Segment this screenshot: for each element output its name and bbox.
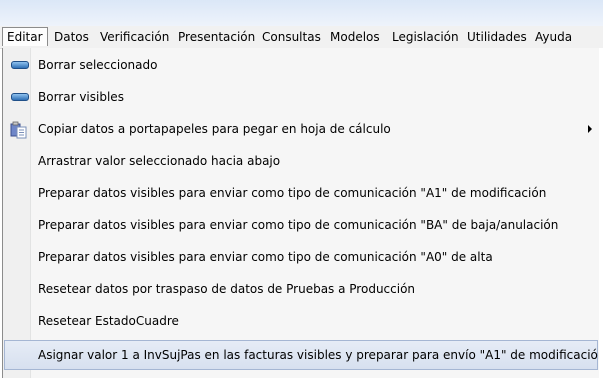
- menu-datos[interactable]: Datos: [54, 29, 89, 45]
- menu-verificacion[interactable]: Verificación: [100, 29, 169, 45]
- menu-presentacion[interactable]: Presentación: [178, 29, 255, 45]
- menu-modelos[interactable]: Modelos: [330, 29, 380, 45]
- menu-item-resetear-estadocuadre[interactable]: Resetear EstadoCuadre: [5, 306, 597, 336]
- window-title-strip: [0, 0, 603, 26]
- menu-item-asignar-invsujpas[interactable]: Asignar valor 1 a InvSujPas en las factu…: [4, 340, 603, 370]
- background-window-edge: [599, 48, 603, 378]
- menu-ayuda[interactable]: Ayuda: [535, 29, 572, 45]
- menu-item-resetear-traspaso[interactable]: Resetear datos por traspaso de datos de …: [5, 274, 597, 304]
- menu-legislacion[interactable]: Legislación: [392, 29, 459, 45]
- remove-icon: [10, 89, 29, 105]
- menu-item-borrar-seleccionado[interactable]: Borrar seleccionado: [5, 50, 597, 80]
- menu-item-label: Resetear datos por traspaso de datos de …: [38, 282, 416, 296]
- menu-utilidades[interactable]: Utilidades: [467, 29, 527, 45]
- menu-item-label: Resetear EstadoCuadre: [38, 314, 179, 328]
- menu-item-copiar-portapapeles[interactable]: Copiar datos a portapapeles para pegar e…: [5, 114, 597, 144]
- submenu-arrow-icon: [588, 125, 592, 133]
- editar-dropdown-menu: Borrar seleccionado Borrar visibles Copi…: [2, 48, 603, 378]
- menu-item-label: Borrar seleccionado: [38, 58, 158, 72]
- menu-item-arrastrar-valor[interactable]: Arrastrar valor seleccionado hacia abajo: [5, 146, 597, 176]
- menu-editar[interactable]: Editar: [2, 27, 48, 46]
- clipboard-icon: [10, 121, 28, 139]
- menu-item-borrar-visibles[interactable]: Borrar visibles: [5, 82, 597, 112]
- menu-item-preparar-ba[interactable]: Preparar datos visibles para enviar como…: [5, 210, 597, 240]
- menu-item-preparar-a0[interactable]: Preparar datos visibles para enviar como…: [5, 242, 597, 272]
- menu-item-label: Preparar datos visibles para enviar como…: [38, 186, 547, 200]
- menu-item-label: Preparar datos visibles para enviar como…: [38, 218, 559, 232]
- menu-item-label: Borrar visibles: [38, 90, 124, 104]
- menu-item-preparar-a1[interactable]: Preparar datos visibles para enviar como…: [5, 178, 597, 208]
- menu-item-label: Arrastrar valor seleccionado hacia abajo: [38, 154, 281, 168]
- menu-consultas[interactable]: Consultas: [262, 29, 321, 45]
- menu-item-label: Copiar datos a portapapeles para pegar e…: [38, 122, 391, 136]
- menu-bar: Editar Datos Verificación Presentación C…: [0, 26, 603, 49]
- menu-item-label: Preparar datos visibles para enviar como…: [38, 250, 493, 264]
- remove-icon: [10, 57, 29, 73]
- menu-item-label: Asignar valor 1 a InvSujPas en las factu…: [38, 348, 603, 362]
